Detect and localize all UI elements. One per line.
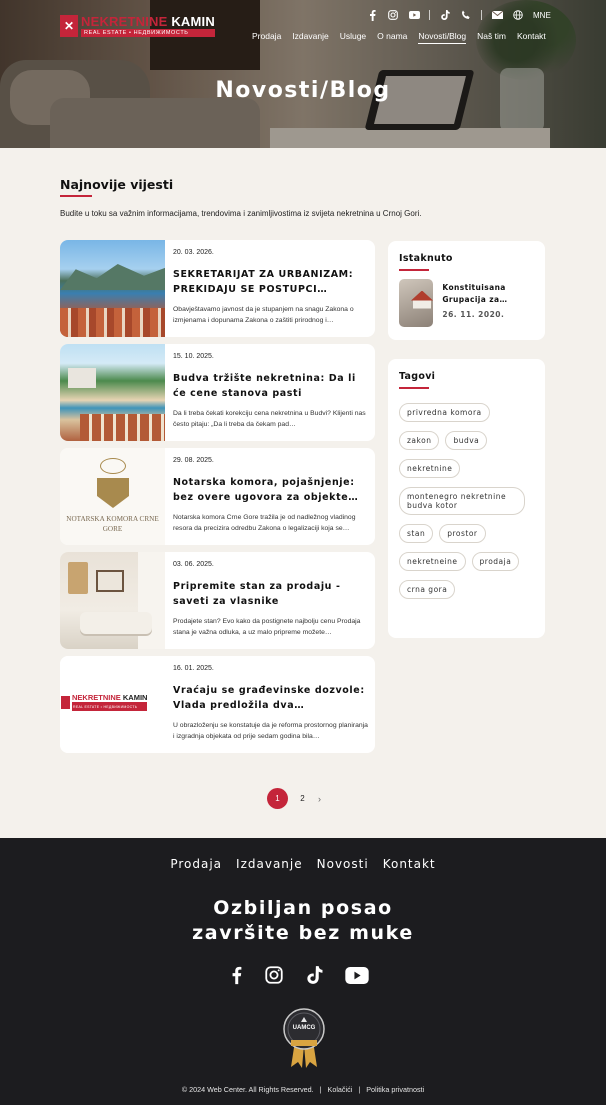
nav-item-kontakt[interactable]: Kontakt xyxy=(517,31,546,41)
nav-item-usluge[interactable]: Usluge xyxy=(340,31,366,41)
post-date: 20. 03. 2026. xyxy=(173,249,214,256)
logo-name-2: KAMIN xyxy=(171,14,215,29)
logo-mark-icon: ✕ xyxy=(60,15,78,37)
nav-item-novosti-blog[interactable]: Novosti/Blog xyxy=(418,31,466,44)
post-excerpt: U obrazloženju se konstatuje da je refor… xyxy=(173,722,368,740)
tag-list: privredna komora zakon budva nekretnine … xyxy=(399,402,537,608)
post-thumbnail[interactable] xyxy=(60,344,165,441)
post-title[interactable]: Pripremite stan za prodaju - saveti za v… xyxy=(173,580,368,609)
globe-icon[interactable] xyxy=(512,9,524,21)
facebook-icon[interactable] xyxy=(366,9,378,21)
post-title[interactable]: SEKRETARIJAT ZA URBANIZAM: PREKIDAJU SE … xyxy=(173,268,368,297)
featured-title[interactable]: Konstituisana Grupacija za… xyxy=(442,282,545,306)
youtube-icon[interactable] xyxy=(408,9,420,21)
language-switcher[interactable]: MNE xyxy=(533,11,551,20)
facebook-icon[interactable] xyxy=(226,965,246,985)
instagram-icon[interactable] xyxy=(387,9,399,21)
logo-name-1: NEKRETNINE xyxy=(81,14,168,29)
tag[interactable]: prodaja xyxy=(471,551,520,571)
post-list: 20. 03. 2026. SEKRETARIJAT ZA URBANIZAM:… xyxy=(60,240,375,760)
post-excerpt: Da li treba čekati korekciju cena nekret… xyxy=(173,410,366,428)
featured-card: Istaknuto Konstituisana Grupacija za… 26… xyxy=(388,241,545,340)
chevron-right-icon[interactable]: › xyxy=(318,794,321,804)
tag[interactable]: nekretneine xyxy=(399,551,466,571)
tags-heading: Tagovi xyxy=(399,371,436,382)
post-card[interactable]: NOTARSKA KOMORA CRNE GORE 29. 08. 2025. … xyxy=(60,448,375,545)
post-title[interactable]: Notarska komora, pojašnjenje: bez overe … xyxy=(173,476,368,505)
post-card[interactable]: 15. 10. 2025. Budva tržište nekretnina: … xyxy=(60,344,375,441)
footer-social xyxy=(226,965,369,985)
site-logo[interactable]: ✕ NEKRETNINE KAMIN REAL ESTATE • НЕДВИЖИ… xyxy=(60,14,215,38)
tag[interactable]: zakon xyxy=(399,430,440,450)
main-nav: Prodaja Izdavanje Usluge O nama Novosti/… xyxy=(252,31,557,44)
phone-icon[interactable] xyxy=(460,9,472,21)
featured-item[interactable]: Konstituisana Grupacija za… 26. 11. 2020… xyxy=(399,278,545,327)
nav-item-o-nama[interactable]: O nama xyxy=(377,31,407,41)
thumbnail-caption: NOTARSKA KOMORA CRNE GORE xyxy=(66,515,159,533)
mail-icon[interactable] xyxy=(491,9,503,21)
hero-banner: ✕ NEKRETNINE KAMIN REAL ESTATE • НЕДВИЖИ… xyxy=(0,0,606,148)
post-excerpt: Notarska komora Crne Gore tražila je od … xyxy=(173,514,356,532)
copyright: © 2024 Web Center. All Rights Reserved. xyxy=(181,1085,314,1094)
featured-heading: Istaknuto xyxy=(399,253,453,264)
footer-nav: Prodaja Izdavanje Novosti Kontakt xyxy=(0,857,606,871)
post-thumbnail[interactable]: NOTARSKA KOMORA CRNE GORE xyxy=(60,448,165,545)
uamcg-badge[interactable]: UAMCG xyxy=(281,1007,327,1069)
nav-item-prodaja[interactable]: Prodaja xyxy=(252,31,281,41)
post-date: 03. 06. 2025. xyxy=(173,561,214,568)
post-date: 29. 08. 2025. xyxy=(173,457,214,464)
tag[interactable]: prostor xyxy=(439,523,486,543)
post-excerpt: Obavještavamo javnost da je stupanjem na… xyxy=(173,306,354,324)
section-title-underline xyxy=(60,195,92,197)
logo-mark-icon xyxy=(61,696,70,709)
post-card[interactable]: NEKRETNINE KAMIN REAL ESTATE • НЕДВИЖИМОС… xyxy=(60,656,375,753)
badge-label: UAMCG xyxy=(292,1025,316,1031)
featured-thumbnail[interactable] xyxy=(399,278,434,327)
tags-card: Tagovi privredna komora zakon budva nekr… xyxy=(388,359,545,638)
featured-date: 26. 11. 2020. xyxy=(442,309,505,319)
post-card[interactable]: 03. 06. 2025. Pripremite stan za prodaju… xyxy=(60,552,375,649)
footer: Prodaja Izdavanje Novosti Kontakt Ozbilj… xyxy=(0,838,606,1105)
post-excerpt: Prodajete stan? Evo kako da postignete n… xyxy=(173,618,361,636)
tag[interactable]: montenegro nekretnine budva kotor xyxy=(399,486,525,515)
nav-item-nas-tim[interactable]: Naš tim xyxy=(477,31,506,41)
thumbnail-logo: NEKRETNINE KAMIN REAL ESTATE • НЕДВИЖИМОС… xyxy=(60,694,165,711)
post-thumbnail[interactable] xyxy=(60,552,165,649)
tag[interactable]: crna gora xyxy=(399,579,456,599)
notary-shield-icon xyxy=(97,478,129,508)
post-thumbnail[interactable] xyxy=(60,240,165,337)
footer-link-kontakt[interactable]: Kontakt xyxy=(383,857,436,871)
footer-link-izdavanje[interactable]: Izdavanje xyxy=(236,857,303,871)
post-date: 16. 01. 2025. xyxy=(173,665,214,672)
footer-bottom: © 2024 Web Center. All Rights Reserved. |… xyxy=(181,1085,425,1094)
section-description: Budite u toku sa važnim informacijama, t… xyxy=(60,209,422,218)
notary-emblem-icon xyxy=(100,458,126,474)
footer-slogan: Ozbiljan posao završite bez muke xyxy=(192,897,414,944)
footer-link-prodaja[interactable]: Prodaja xyxy=(170,857,222,871)
tag[interactable]: privredna komora xyxy=(399,402,490,422)
top-icon-bar: MNE xyxy=(366,9,551,21)
tiktok-icon[interactable] xyxy=(439,9,451,21)
post-date: 15. 10. 2025. xyxy=(173,353,214,360)
tag[interactable]: nekretnine xyxy=(399,458,461,478)
post-card[interactable]: 20. 03. 2026. SEKRETARIJAT ZA URBANIZAM:… xyxy=(60,240,375,337)
page-button[interactable]: 2 xyxy=(292,788,313,809)
post-title[interactable]: Budva tržište nekretnina: Da li će cene … xyxy=(173,372,368,401)
footer-link-novosti[interactable]: Novosti xyxy=(317,857,369,871)
page-title: Novosti/Blog xyxy=(215,78,391,103)
section-title: Najnovije vijesti xyxy=(60,177,174,192)
page-button-current[interactable]: 1 xyxy=(267,788,288,809)
tag[interactable]: budva xyxy=(445,430,488,450)
instagram-icon[interactable] xyxy=(264,965,284,985)
post-title[interactable]: Vraćaju se građevinske dozvole: Vlada pr… xyxy=(173,684,368,713)
pagination: 1 2 › xyxy=(267,788,321,809)
cookies-link[interactable]: Kolačići xyxy=(328,1085,353,1094)
post-thumbnail[interactable]: NEKRETNINE KAMIN REAL ESTATE • НЕДВИЖИМОС… xyxy=(60,656,165,753)
nav-item-izdavanje[interactable]: Izdavanje xyxy=(292,31,328,41)
tiktok-icon[interactable] xyxy=(305,965,325,985)
youtube-icon[interactable] xyxy=(345,965,369,985)
tag[interactable]: stan xyxy=(399,523,434,543)
logo-subtitle: REAL ESTATE • НЕДВИЖИМОСТЬ xyxy=(81,29,215,37)
privacy-link[interactable]: Politika privatnosti xyxy=(366,1085,424,1094)
